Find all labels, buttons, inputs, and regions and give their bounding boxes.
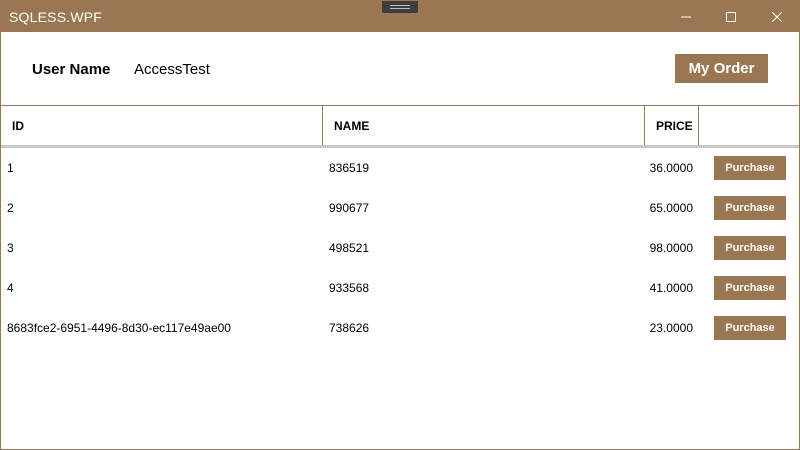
- cell-price: 36.0000: [649, 161, 693, 175]
- cell-id: 8683fce2-6951-4496-8d30-ec117e49ae00: [7, 321, 231, 335]
- cell-price: 41.0000: [649, 281, 693, 295]
- cell-action: Purchase: [714, 148, 786, 188]
- close-icon: [772, 11, 782, 22]
- table-row[interactable]: 2 990677 65.0000 Purchase: [1, 188, 799, 228]
- cell-action: Purchase: [714, 268, 786, 308]
- cell-price: 65.0000: [649, 201, 693, 215]
- table-row[interactable]: 3 498521 98.0000 Purchase: [1, 228, 799, 268]
- cell-name: 990677: [329, 201, 370, 215]
- table-row[interactable]: 8683fce2-6951-4496-8d30-ec117e49ae00 738…: [1, 308, 799, 348]
- snap-layout-handle[interactable]: [382, 1, 418, 13]
- column-header-label: NAME: [334, 118, 370, 133]
- app-window: SQLESS.WPF User Name AccessTest My Order…: [0, 0, 800, 450]
- cell-id: 3: [7, 241, 14, 255]
- table-row[interactable]: 1 836519 36.0000 Purchase: [1, 148, 799, 188]
- purchase-button[interactable]: Purchase: [714, 276, 786, 300]
- purchase-button[interactable]: Purchase: [714, 316, 786, 340]
- user-name-value: AccessTest: [134, 61, 210, 78]
- cell-name: 933568: [329, 281, 370, 295]
- grip-line: [390, 8, 410, 9]
- column-header-label: PRICE: [656, 118, 693, 133]
- cell-price: 98.0000: [649, 241, 693, 255]
- grip-line: [390, 5, 410, 6]
- cell-action: Purchase: [714, 308, 786, 348]
- column-header-action: [699, 106, 799, 145]
- minimize-button[interactable]: [663, 1, 709, 32]
- user-name-label: User Name: [32, 61, 111, 78]
- cell-action: Purchase: [714, 228, 786, 268]
- cell-name: 498521: [329, 241, 370, 255]
- cell-id: 1: [7, 161, 14, 175]
- purchase-button[interactable]: Purchase: [714, 236, 786, 260]
- minimize-icon: [681, 12, 691, 22]
- maximize-icon: [726, 11, 736, 22]
- title-bar[interactable]: SQLESS.WPF: [1, 1, 799, 32]
- cell-action: Purchase: [714, 188, 786, 228]
- product-grid[interactable]: ID NAME PRICE 1 836519 36.0000 Purchase …: [1, 105, 799, 449]
- grid-header: ID NAME PRICE: [1, 105, 799, 148]
- purchase-button[interactable]: Purchase: [714, 196, 786, 220]
- cell-id: 4: [7, 281, 14, 295]
- cell-name: 738626: [329, 321, 370, 335]
- grid-rows: 1 836519 36.0000 Purchase 2 990677 65.00…: [1, 148, 799, 348]
- close-button[interactable]: [754, 1, 799, 32]
- column-header-id[interactable]: ID: [1, 106, 323, 145]
- cell-name: 836519: [329, 161, 370, 175]
- column-header-label: ID: [12, 118, 24, 133]
- cell-id: 2: [7, 201, 14, 215]
- column-header-name[interactable]: NAME: [323, 106, 645, 145]
- window-title: SQLESS.WPF: [9, 9, 103, 25]
- maximize-button[interactable]: [708, 1, 754, 32]
- purchase-button[interactable]: Purchase: [714, 156, 786, 180]
- column-header-price[interactable]: PRICE: [645, 106, 699, 145]
- cell-price: 23.0000: [649, 321, 693, 335]
- my-order-button[interactable]: My Order: [675, 54, 768, 83]
- table-row[interactable]: 4 933568 41.0000 Purchase: [1, 268, 799, 308]
